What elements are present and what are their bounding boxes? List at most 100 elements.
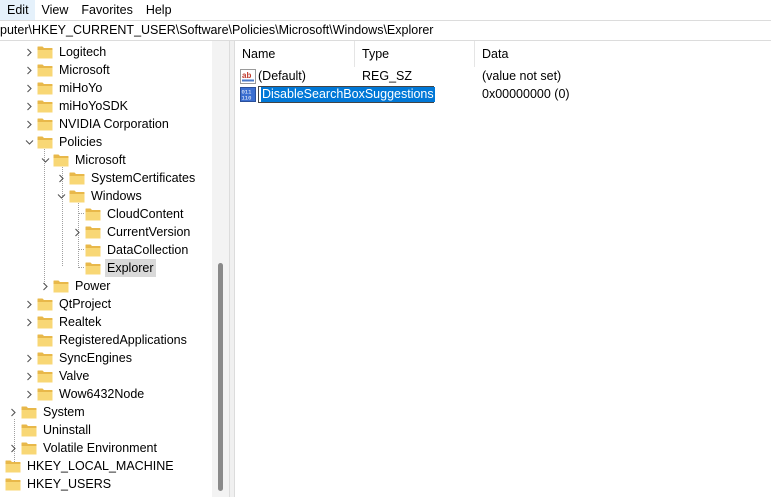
tree-item[interactable]: SystemCertificates <box>56 169 197 187</box>
tree-item[interactable]: Uninstall <box>8 421 93 439</box>
tree-item[interactable]: Valve <box>24 367 91 385</box>
chevron-right-icon[interactable] <box>8 403 18 421</box>
chevron-right-icon[interactable] <box>56 169 66 187</box>
menu-help[interactable]: Help <box>139 0 178 20</box>
tree-item[interactable]: Explorer <box>72 259 156 277</box>
folder-icon <box>21 406 37 419</box>
chevron-down-icon[interactable] <box>56 187 66 205</box>
tree-item-label: SyncEngines <box>59 351 132 365</box>
folder-icon <box>53 280 69 293</box>
tree-item[interactable]: Wow6432Node <box>24 385 146 403</box>
tree-item-label: Realtek <box>59 315 102 329</box>
tree-item[interactable]: RegisteredApplications <box>24 331 189 349</box>
folder-icon <box>5 478 21 491</box>
tree-item[interactable]: HKEY_USERS <box>0 475 113 493</box>
tree-item-label: HKEY_LOCAL_MACHINE <box>27 459 174 473</box>
rename-input-text: DisableSearchBoxSuggestions <box>261 86 435 102</box>
rename-input[interactable]: DisableSearchBoxSuggestions <box>258 85 435 103</box>
column-type-header[interactable]: Type <box>355 41 475 67</box>
binary-value-icon: 011 110 <box>240 86 256 102</box>
tree-item[interactable]: Realtek <box>24 313 103 331</box>
chevron-right-icon[interactable] <box>24 367 34 385</box>
chevron-right-icon[interactable] <box>24 385 34 403</box>
folder-icon <box>37 334 53 347</box>
list-header: Name Type Data <box>235 41 771 67</box>
string-value-icon: ab <box>240 68 256 84</box>
chevron-right-icon[interactable] <box>24 97 34 115</box>
folder-icon <box>5 460 21 473</box>
tree-scrollbar[interactable] <box>212 41 229 497</box>
value-list: Name Type Data ab (Default) REG_SZ (valu… <box>235 41 771 497</box>
tree-item-label: Power <box>75 279 111 293</box>
tree-item[interactable]: Microsoft <box>24 61 112 79</box>
value-row[interactable]: 011 110 DisableSearchBoxSuggestions 0x00… <box>235 85 771 103</box>
folder-icon <box>37 136 53 149</box>
chevron-right-icon[interactable] <box>40 277 50 295</box>
tree-item-label: Microsoft <box>59 63 110 77</box>
folder-icon <box>85 262 101 275</box>
folder-icon <box>37 64 53 77</box>
chevron-down-icon[interactable] <box>40 151 50 169</box>
tree-item[interactable]: CurrentVersion <box>72 223 192 241</box>
tree-item[interactable]: DataCollection <box>72 241 190 259</box>
folder-icon <box>37 118 53 131</box>
folder-icon <box>37 298 53 311</box>
chevron-right-icon[interactable] <box>24 295 34 313</box>
tree-item[interactable]: HKEY_LOCAL_MACHINE <box>0 457 176 475</box>
tree-item[interactable]: Policies <box>24 133 104 151</box>
folder-icon <box>69 172 85 185</box>
chevron-right-icon[interactable] <box>24 349 34 367</box>
tree-item-label: Windows <box>91 189 142 203</box>
chevron-right-icon[interactable] <box>24 43 34 61</box>
chevron-right-icon[interactable] <box>24 115 34 133</box>
chevron-right-icon[interactable] <box>72 223 82 241</box>
address-bar[interactable]: puter\HKEY_CURRENT_USER\Software\Policie… <box>0 20 771 41</box>
folder-icon <box>37 100 53 113</box>
tree-item[interactable]: SyncEngines <box>24 349 134 367</box>
tree-item-label: SystemCertificates <box>91 171 196 185</box>
folder-icon <box>37 352 53 365</box>
menu-edit[interactable]: Edit <box>0 0 35 20</box>
chevron-right-icon[interactable] <box>24 61 34 79</box>
menu-favorites[interactable]: Favorites <box>74 0 138 20</box>
tree-item-label: DataCollection <box>107 243 189 257</box>
tree-item-label: miHoYoSDK <box>59 99 129 113</box>
folder-icon <box>69 190 85 203</box>
address-path: puter\HKEY_CURRENT_USER\Software\Policie… <box>0 23 434 37</box>
folder-icon <box>85 244 101 257</box>
tree-item[interactable]: Microsoft <box>40 151 128 169</box>
chevron-down-icon[interactable] <box>24 133 34 151</box>
tree-item-label: HKEY_USERS <box>27 477 112 491</box>
menu-view[interactable]: View <box>35 0 75 20</box>
column-name-header[interactable]: Name <box>235 41 355 67</box>
tree-item[interactable]: miHoYo <box>24 79 104 97</box>
chevron-right-icon[interactable] <box>24 79 34 97</box>
chevron-right-icon[interactable] <box>8 439 18 457</box>
value-data: 0x00000000 (0) <box>482 87 570 101</box>
folder-icon <box>85 208 101 221</box>
tree-item-label: Valve <box>59 369 90 383</box>
tree-item-label: QtProject <box>59 297 112 311</box>
value-row[interactable]: ab (Default) REG_SZ (value not set) <box>235 67 771 85</box>
folder-icon <box>37 46 53 59</box>
tree-item[interactable]: NVIDIA Corporation <box>24 115 171 133</box>
value-name: (Default) <box>258 69 306 83</box>
tree-item[interactable]: miHoYoSDK <box>24 97 130 115</box>
tree-item[interactable]: Windows <box>56 187 144 205</box>
tree-item[interactable]: System <box>8 403 87 421</box>
tree-item[interactable]: CloudContent <box>72 205 185 223</box>
tree-scrollbar-thumb[interactable] <box>218 263 223 491</box>
column-data-header[interactable]: Data <box>475 41 771 67</box>
tree-item[interactable]: Power <box>40 277 112 295</box>
tree-item[interactable]: QtProject <box>24 295 113 313</box>
chevron-right-icon[interactable] <box>24 313 34 331</box>
tree-item[interactable]: Logitech <box>24 43 108 61</box>
tree-item[interactable]: Volatile Environment <box>8 439 159 457</box>
menu-bar: Edit View Favorites Help <box>0 0 771 20</box>
tree-item-label: RegisteredApplications <box>59 333 187 347</box>
